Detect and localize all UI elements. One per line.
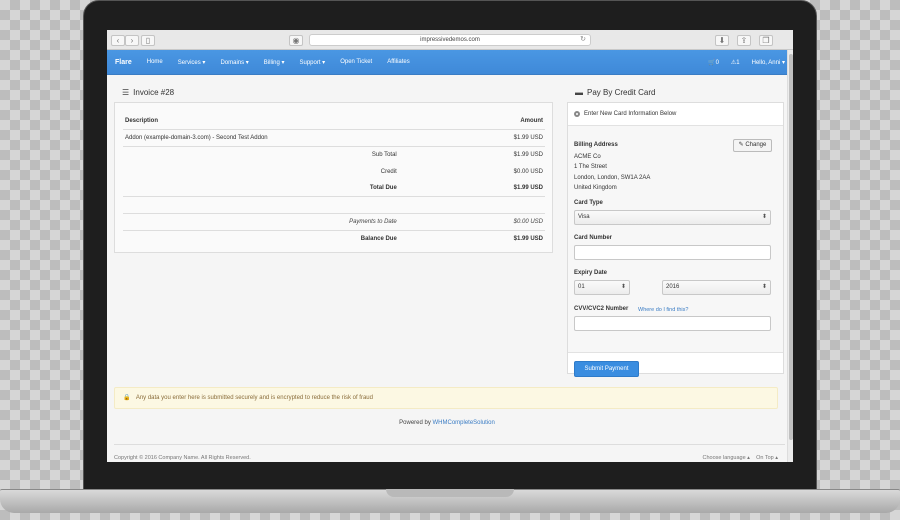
enter-new-card-label: Enter New Card Information Below xyxy=(584,111,677,117)
balance-due-value: $1.99 USD xyxy=(466,230,545,248)
submit-payment-button[interactable]: Submit Payment xyxy=(574,361,639,377)
credit-card-icon: ▬ xyxy=(575,88,583,97)
share-icon[interactable]: ⇪ xyxy=(737,35,751,46)
back-to-top-link[interactable]: On Top ▴ xyxy=(756,455,778,461)
payment-title: Pay By Credit Card xyxy=(587,88,656,97)
balance-due-row: Balance Due $1.99 USD xyxy=(123,230,545,248)
whmcs-link[interactable]: WHMCompleteSolution xyxy=(433,420,495,426)
url-text: impressivedemos.com xyxy=(420,37,480,43)
forward-button[interactable]: › xyxy=(125,35,139,46)
nav-right: 🛒0 ⚠1 Hello, Anni ▾ xyxy=(696,59,785,66)
address-line: London, London, SW1A 2AA xyxy=(574,174,651,181)
payments-value: $0.00 USD xyxy=(466,213,545,231)
total-due-value: $1.99 USD xyxy=(466,180,545,198)
card-type-label: Card Type xyxy=(574,200,603,206)
back-button[interactable]: ‹ xyxy=(111,35,125,46)
reload-icon[interactable]: ↻ xyxy=(580,35,586,45)
card-number-input[interactable] xyxy=(574,245,771,260)
subtotal-value: $1.99 USD xyxy=(513,152,543,159)
page-scrollbar[interactable] xyxy=(787,50,793,462)
invoice-table: Description Amount Addon (example-domain… xyxy=(123,113,545,248)
card-number-label: Card Number xyxy=(574,235,613,241)
change-address-button[interactable]: ✎ Change xyxy=(733,139,772,152)
credit-label: Credit xyxy=(380,168,397,175)
billing-address: ACME Co 1 The Street London, London, SW1… xyxy=(574,152,650,193)
subtotal-row: Sub Total $1.99 USD xyxy=(123,147,545,164)
browser-toolbar: ‹ › ▯ ◉ impressivedemos.com ↻ ⬇ ⇪ ❐ xyxy=(107,30,793,50)
balance-due-label: Balance Due xyxy=(123,230,467,248)
nav-affiliates[interactable]: Affiliates xyxy=(387,59,410,65)
subtotal-label: Sub Total xyxy=(371,152,397,159)
item-description: Addon (example-domain-3.com) - Second Te… xyxy=(123,129,467,148)
nav-billing[interactable]: Billing ▾ xyxy=(264,59,285,66)
card-type-select[interactable]: Visa ⬍ xyxy=(574,210,771,225)
credit-value: $0.00 USD xyxy=(513,168,543,175)
col-amount: Amount xyxy=(466,113,545,131)
user-menu[interactable]: Hello, Anni ▾ xyxy=(752,59,785,66)
powered-by-prefix: Powered by xyxy=(399,420,433,426)
invoice-title: Invoice #28 xyxy=(133,88,175,97)
spacer-row xyxy=(123,197,545,214)
footer-divider xyxy=(114,444,785,445)
language-chooser[interactable]: Choose language ▴ xyxy=(703,455,750,461)
expiry-month-select[interactable]: 01 ⬍ xyxy=(574,280,630,295)
nav-support[interactable]: Support ▾ xyxy=(299,59,325,66)
select-arrows-icon: ⬍ xyxy=(761,214,767,220)
sidebar-icon[interactable]: ▯ xyxy=(141,35,155,46)
shield-icon[interactable]: ◉ xyxy=(289,35,303,46)
total-due-label: Total Due xyxy=(123,180,467,198)
expiry-month-value: 01 xyxy=(578,284,585,290)
security-alert-text: Any data you enter here is submitted sec… xyxy=(135,395,373,401)
copyright-text: Copyright © 2016 Company Name. All Right… xyxy=(114,455,251,461)
address-line: ACME Co xyxy=(574,154,601,160)
payments-label: Payments to Date xyxy=(123,213,467,231)
download-icon[interactable]: ⬇ xyxy=(715,35,729,46)
footer-right: Choose language ▴ On Top ▴ xyxy=(703,455,778,461)
billing-address-label: Billing Address xyxy=(574,142,618,148)
lock-icon: 🔒 xyxy=(123,395,131,401)
cvv-input[interactable] xyxy=(574,316,771,331)
credit-row: Credit $0.00 USD xyxy=(123,163,545,180)
select-arrows-icon: ⬍ xyxy=(761,284,767,290)
card-form: Billing Address ✎ Change ACME Co 1 The S… xyxy=(568,125,783,353)
brand-logo[interactable]: Flare xyxy=(115,59,132,66)
cvv-help-link[interactable]: Where do I find this? xyxy=(638,307,688,313)
invoice-panel: Description Amount Addon (example-domain… xyxy=(114,102,553,253)
invoice-heading: ☰ Invoice #28 xyxy=(122,88,174,97)
credit-card-panel: Enter New Card Information Below Billing… xyxy=(567,102,784,377)
table-row: Addon (example-domain-3.com) - Second Te… xyxy=(123,129,545,148)
table-header-row: Description Amount xyxy=(123,113,545,131)
security-alert: 🔒 Any data you enter here is submitted s… xyxy=(114,387,778,409)
powered-by: Powered by WHMCompleteSolution xyxy=(107,420,787,426)
card-type-value: Visa xyxy=(578,214,590,220)
enter-new-card-option[interactable]: Enter New Card Information Below xyxy=(574,111,676,117)
col-description: Description xyxy=(123,113,467,131)
laptop-notch xyxy=(386,489,514,497)
address-line: United Kingdom xyxy=(574,184,617,191)
top-navbar: Flare Home Services ▾ Domains ▾ Billing … xyxy=(107,50,793,75)
total-due-row: Total Due $1.99 USD xyxy=(123,180,545,198)
nav-services[interactable]: Services ▾ xyxy=(178,59,206,66)
nav-home[interactable]: Home xyxy=(147,59,163,65)
cvv-label: CVV/CVC2 Number xyxy=(574,306,629,312)
address-bar[interactable]: impressivedemos.com ↻ xyxy=(309,34,591,46)
expiry-year-value: 2016 xyxy=(666,284,680,290)
radio-icon[interactable] xyxy=(574,111,580,117)
nav-domains[interactable]: Domains ▾ xyxy=(220,59,248,66)
page-footer: Copyright © 2016 Company Name. All Right… xyxy=(114,455,778,461)
payments-row: Payments to Date $0.00 USD xyxy=(123,213,545,231)
screen: ‹ › ▯ ◉ impressivedemos.com ↻ ⬇ ⇪ ❐ Flar… xyxy=(107,30,793,462)
scroll-thumb[interactable] xyxy=(789,54,793,440)
cart-icon[interactable]: 🛒0 xyxy=(708,59,719,66)
address-line: 1 The Street xyxy=(574,164,607,171)
alerts-icon[interactable]: ⚠1 xyxy=(731,59,740,66)
tabs-icon[interactable]: ❐ xyxy=(759,35,773,46)
select-arrows-icon: ⬍ xyxy=(620,284,626,290)
nav-open-ticket[interactable]: Open Ticket xyxy=(340,59,372,65)
list-icon: ☰ xyxy=(122,88,130,97)
payment-heading: ▬ Pay By Credit Card xyxy=(575,88,655,97)
expiry-date-label: Expiry Date xyxy=(574,270,608,276)
item-amount: $1.99 USD xyxy=(466,129,545,148)
expiry-year-select[interactable]: 2016 ⬍ xyxy=(662,280,771,295)
